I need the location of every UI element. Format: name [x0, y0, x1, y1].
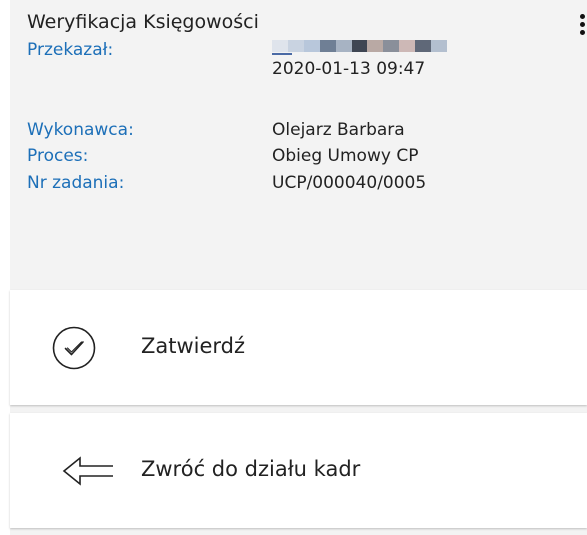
redacted-underline: [272, 53, 292, 55]
nr-zadania-value: UCP/000040/0005: [272, 173, 427, 193]
task-title: Weryfikacja Księgowości: [27, 11, 259, 33]
detail-row-przekazal: Przekazał: 2020-01-13 09:47: [27, 40, 582, 90]
przekazal-label: Przekazał:: [27, 40, 114, 60]
return-label: Zwróć do działu kadr: [141, 457, 361, 481]
confirm-label: Zatwierdź: [141, 334, 246, 358]
nr-zadania-label: Nr zadania:: [27, 173, 125, 193]
redacted-name: [272, 40, 447, 52]
wykonawca-label: Wykonawca:: [27, 120, 134, 140]
wykonawca-value: Olejarz Barbara: [272, 120, 405, 140]
confirm-button[interactable]: Zatwierdź: [10, 290, 587, 405]
detail-row-nr-zadania: Nr zadania: UCP/000040/0005: [27, 173, 582, 199]
arrow-left-outline-icon: [62, 456, 113, 486]
task-panel: Weryfikacja Księgowości Przekazał: 2020-…: [10, 0, 587, 535]
detail-row-wykonawca: Wykonawca: Olejarz Barbara: [27, 120, 582, 146]
return-to-hr-button[interactable]: Zwróć do działu kadr: [10, 413, 587, 528]
proces-label: Proces:: [27, 146, 89, 166]
przekazal-date: 2020-01-13 09:47: [272, 59, 426, 79]
check-circle-icon: [52, 326, 96, 370]
kebab-menu-icon[interactable]: [579, 12, 587, 38]
detail-row-proces: Proces: Obieg Umowy CP: [27, 146, 582, 172]
proces-value: Obieg Umowy CP: [272, 146, 419, 166]
